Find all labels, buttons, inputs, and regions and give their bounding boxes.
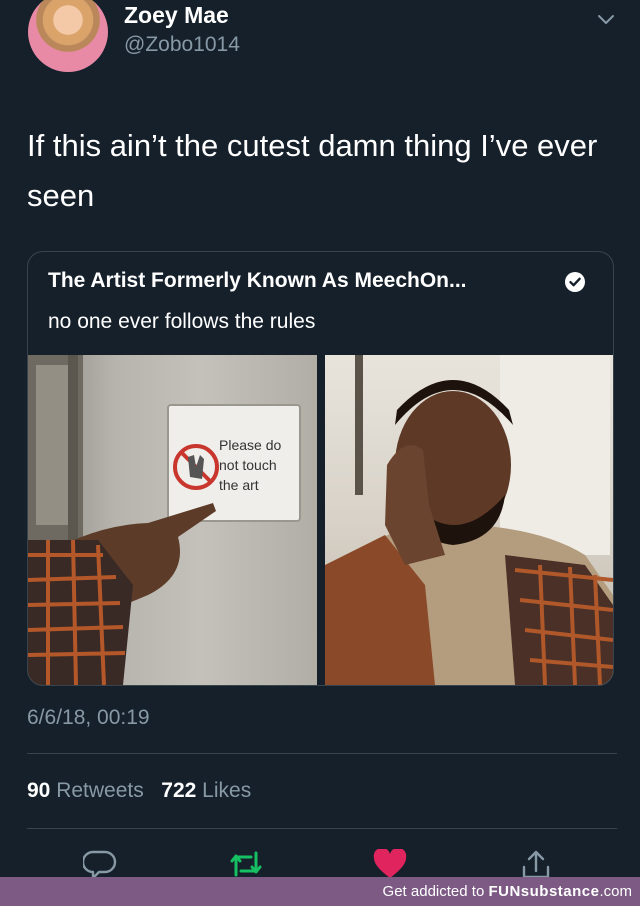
divider	[27, 753, 617, 754]
chevron-down-icon[interactable]	[596, 10, 616, 30]
verified-badge-icon	[565, 272, 585, 292]
like-icon[interactable]	[373, 849, 407, 879]
reply-icon[interactable]	[83, 849, 117, 879]
watermark-suffix: .com	[599, 883, 632, 900]
retweets-count[interactable]: 90	[27, 779, 50, 802]
quoted-tweet-card[interactable]: The Artist Formerly Known As MeechOn... …	[27, 251, 614, 686]
tweet-timestamp[interactable]: 6/6/18, 00:19	[27, 706, 150, 730]
engagement-stats: 90 Retweets 722 Likes	[27, 779, 251, 803]
likes-label[interactable]: Likes	[202, 779, 251, 802]
divider	[27, 828, 617, 829]
sign-photo-illustration	[28, 355, 301, 685]
sign-text-line-2: not touch	[219, 457, 277, 473]
watermark-brand: FUNsubstance	[488, 883, 600, 900]
tweet-text: If this ain’t the cutest damn thing I’ve…	[27, 128, 598, 213]
watermark-footer: Get addicted to FUNsubstance.com	[0, 877, 640, 906]
watermark-prefix: Get addicted to	[382, 883, 489, 900]
selfie-photo-illustration	[325, 355, 613, 685]
author-handle[interactable]: @Zobo1014	[124, 33, 240, 57]
share-icon[interactable]	[519, 849, 553, 879]
quoted-author-name[interactable]: The Artist Formerly Known As MeechOn...	[48, 269, 467, 293]
photo-selfie[interactable]	[325, 355, 613, 685]
author-display-name[interactable]: Zoey Mae	[124, 2, 229, 29]
photo-sign[interactable]: Please do not touch the art	[28, 355, 317, 685]
likes-count[interactable]: 722	[161, 779, 196, 802]
author-avatar[interactable]	[28, 0, 108, 72]
retweets-label[interactable]: Retweets	[56, 779, 144, 802]
watermark-text[interactable]: Get addicted to FUNsubstance.com	[383, 883, 632, 900]
quoted-tweet-text: no one ever follows the rules	[48, 310, 316, 333]
sign-text-line-3: the art	[219, 477, 259, 493]
retweet-icon[interactable]	[229, 849, 263, 879]
sign-text-line-1: Please do	[219, 437, 282, 453]
